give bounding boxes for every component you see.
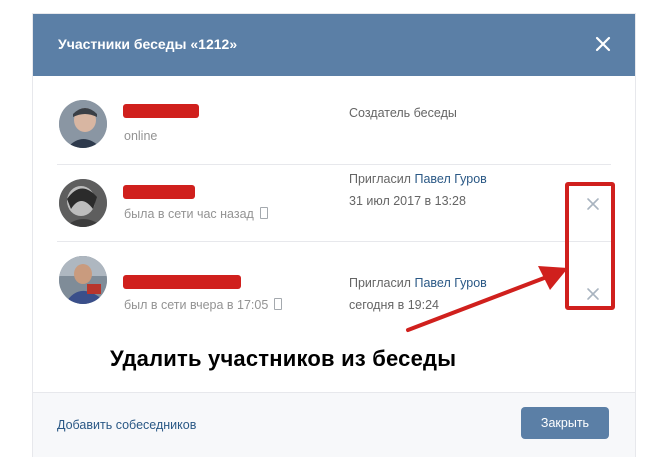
add-members-link[interactable]: Добавить собеседников [57,418,196,432]
inviter-link[interactable]: Павел Гуров [414,172,486,186]
member-invite-info: Пригласил Павел Гуров сегодня в 19:24 [349,272,487,316]
invited-label: Пригласил [349,276,411,290]
member-invite-info: Пригласил Павел Гуров 31 июл 2017 в 13:2… [349,168,487,212]
member-role: Создатель беседы [349,102,457,124]
member-status-text: была в сети час назад [124,207,254,221]
member-status: был в сети вчера в 17:05 [124,298,283,312]
redacted-name [123,185,195,199]
redacted-name [123,104,199,118]
invited-label: Пригласил [349,172,411,186]
redacted-name [123,275,241,289]
invite-date: сегодня в 19:24 [349,298,439,312]
member-row[interactable]: online Создатель беседы [33,88,635,165]
invite-date: 31 июл 2017 в 13:28 [349,194,466,208]
close-button[interactable]: Закрыть [521,407,609,439]
annotation-text: Удалить участников из беседы [110,346,457,371]
dialog-title: Участники беседы «1212» [58,36,238,52]
avatar[interactable] [59,100,107,148]
dialog-header: Участники беседы «1212» [33,14,635,76]
mobile-icon [259,207,268,219]
conversation-members-dialog: Участники беседы «1212» online Создатель… [33,14,635,457]
member-row[interactable]: был в сети вчера в 17:05 Пригласил Павел… [33,242,635,319]
avatar[interactable] [59,256,107,304]
member-status-text: был в сети вчера в 17:05 [124,298,269,312]
mobile-icon [274,298,283,310]
inviter-link[interactable]: Павел Гуров [414,276,486,290]
remove-highlight-box [565,182,615,310]
member-row[interactable]: была в сети час назад Пригласил Павел Гу… [33,165,635,242]
member-status-text: online [124,129,158,143]
member-status: была в сети час назад [124,207,268,221]
member-status: online [124,129,157,143]
dialog-footer: Добавить собеседников Закрыть [33,392,635,457]
close-icon[interactable] [593,34,613,54]
avatar[interactable] [59,179,107,227]
member-role-text: Создатель беседы [349,106,457,120]
